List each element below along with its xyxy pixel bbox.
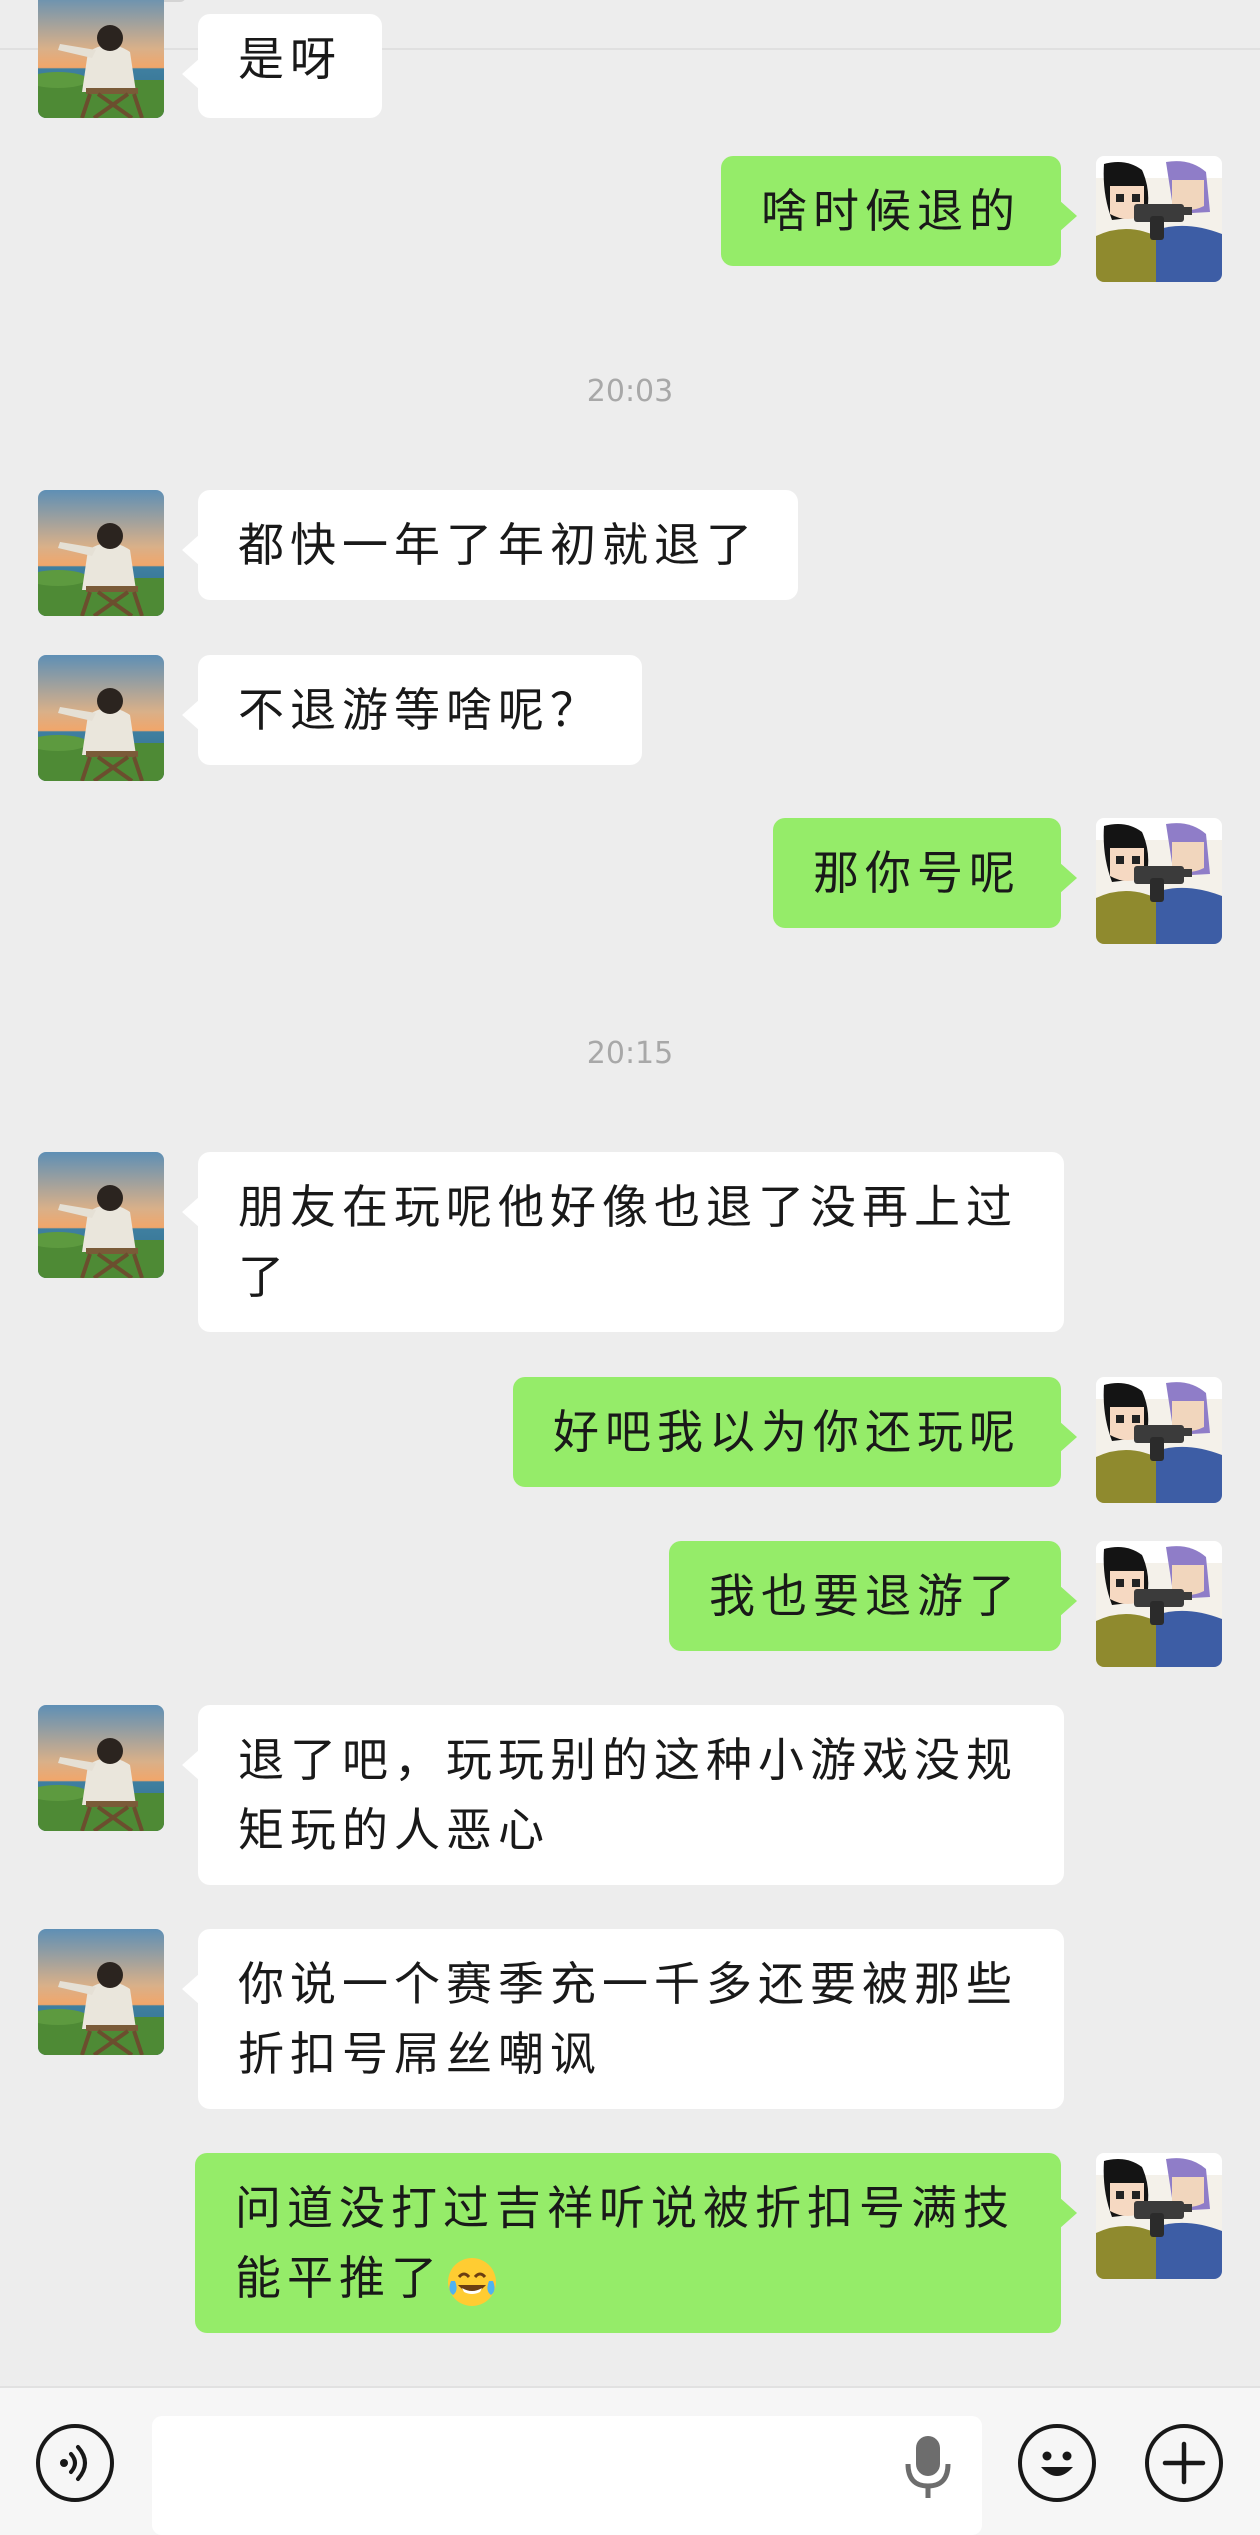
microphone-icon[interactable] (898, 2430, 958, 2502)
tears-of-joy-emoji (448, 2257, 496, 2306)
voice-icon (60, 2445, 87, 2481)
chat-area[interactable]: 是呀 啥时候退的 20:03 都快一年了年初就退了 不退游等啥呢？ 那你号呢 2… (0, 0, 1260, 2386)
my-avatar[interactable] (1096, 818, 1222, 944)
message-bubble-me[interactable]: 那你号呢 (773, 818, 1077, 928)
my-avatar[interactable] (1096, 2153, 1222, 2279)
header-divider (0, 48, 1260, 50)
message-timestamp: 20:15 (586, 1036, 674, 1071)
message-bubble-friend[interactable]: 朋友在玩呢他好像也退了没再上过了 (182, 1152, 1064, 1332)
message-bubble-friend[interactable]: 是呀 (182, 14, 382, 118)
message-text: 朋友在玩呢他好像也退了没再上过了 (238, 1180, 1018, 1304)
voice-button[interactable] (36, 2424, 114, 2502)
message-input[interactable] (152, 2416, 982, 2535)
friend-avatar[interactable] (38, 0, 164, 118)
message-text: 是呀 (238, 32, 342, 86)
message-bubble-me[interactable]: 问道没打过吉祥听说被折扣号满技能平推了 (195, 2153, 1077, 2333)
message-timestamp: 20:03 (586, 374, 674, 409)
emoji-button[interactable] (1018, 2424, 1096, 2502)
message-bubble-me[interactable]: 啥时候退的 (721, 156, 1077, 266)
message-text: 啥时候退的 (761, 184, 1021, 238)
friend-avatar[interactable] (38, 490, 164, 616)
message-text: 退了吧，玩玩别的这种小游戏没规矩玩的人恶心 (238, 1733, 1018, 1857)
message-text: 你说一个赛季充一千多还要被那些折扣号屌丝嘲讽 (238, 1957, 1018, 2081)
plus-icon (1162, 2441, 1206, 2485)
friend-avatar[interactable] (38, 655, 164, 781)
friend-avatar[interactable] (38, 1705, 164, 1831)
more-button[interactable] (1145, 2424, 1223, 2502)
message-bubble-friend[interactable]: 都快一年了年初就退了 (182, 490, 798, 600)
message-text: 好吧我以为你还玩呢 (553, 1405, 1021, 1459)
friend-avatar[interactable] (38, 1929, 164, 2055)
my-avatar[interactable] (1096, 156, 1222, 282)
friend-avatar[interactable] (38, 1152, 164, 1278)
message-text: 问道没打过吉祥听说被折扣号满技能平推了 (235, 2181, 1015, 2305)
message-text: 不退游等啥呢？ (238, 683, 602, 737)
my-avatar[interactable] (1096, 1377, 1222, 1503)
message-text: 我也要退游了 (709, 1569, 1021, 1623)
input-bar (0, 2386, 1260, 2535)
message-bubble-me[interactable]: 好吧我以为你还玩呢 (513, 1377, 1077, 1487)
message-text: 都快一年了年初就退了 (238, 518, 758, 572)
message-bubble-friend[interactable]: 不退游等啥呢？ (182, 655, 642, 765)
message-bubble-friend[interactable]: 退了吧，玩玩别的这种小游戏没规矩玩的人恶心 (182, 1705, 1064, 1885)
message-bubble-friend[interactable]: 你说一个赛季充一千多还要被那些折扣号屌丝嘲讽 (182, 1929, 1064, 2109)
message-bubble-me[interactable]: 我也要退游了 (669, 1541, 1077, 1651)
my-avatar[interactable] (1096, 1541, 1222, 1667)
message-text: 那你号呢 (813, 846, 1021, 900)
smiley-icon (1041, 2451, 1073, 2476)
